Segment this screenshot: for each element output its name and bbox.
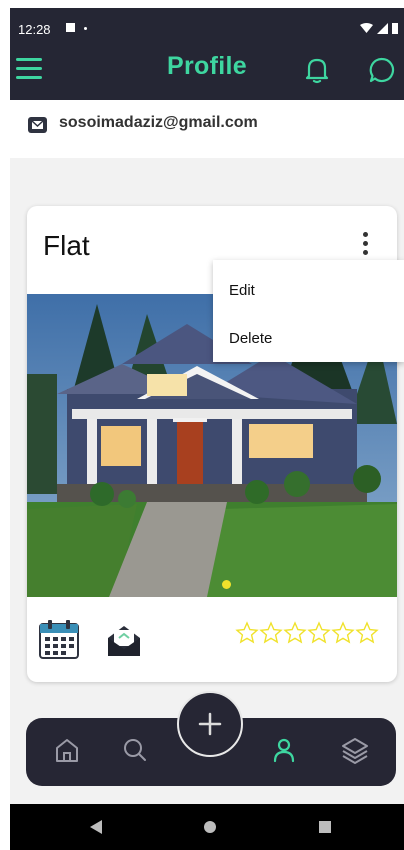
notification-square-icon <box>66 23 75 32</box>
battery-icon <box>392 23 398 34</box>
mail-icon <box>28 117 47 133</box>
add-icon <box>198 712 222 736</box>
star-outline-icon[interactable] <box>331 621 355 645</box>
listing-title: Flat <box>43 230 90 261</box>
home-circle-icon[interactable] <box>204 821 216 833</box>
star-outline-icon[interactable] <box>283 621 307 645</box>
status-icons <box>360 22 398 34</box>
wifi-icon <box>360 22 373 33</box>
star-outline-icon[interactable] <box>355 621 379 645</box>
signal-icon <box>377 22 388 34</box>
app-bar: Profile <box>10 44 404 100</box>
star-outline-icon[interactable] <box>235 621 259 645</box>
app-screen: 12:28 Profile sosoimadaziz@gmail.com Fla… <box>10 8 404 850</box>
back-icon[interactable] <box>90 820 102 834</box>
status-bar: 12:28 <box>10 8 404 44</box>
recents-icon[interactable] <box>319 821 331 833</box>
home-icon[interactable] <box>52 735 82 765</box>
star-outline-icon[interactable] <box>259 621 283 645</box>
carousel-indicator <box>222 580 231 589</box>
star-outline-icon[interactable] <box>307 621 331 645</box>
notification-dot-icon <box>84 27 87 30</box>
profile-icon[interactable] <box>269 735 299 765</box>
layers-icon[interactable] <box>340 735 370 765</box>
bell-icon[interactable] <box>304 56 330 84</box>
context-menu: Edit Delete <box>213 260 404 362</box>
top-bar: 12:28 Profile <box>10 8 404 100</box>
vertical-dots-icon[interactable] <box>360 232 370 260</box>
system-navigation-bar <box>10 804 404 850</box>
add-button[interactable] <box>177 691 243 757</box>
calendar-icon[interactable] <box>39 619 79 659</box>
menu-item-delete[interactable]: Delete <box>229 330 272 347</box>
rating-stars[interactable] <box>235 621 379 645</box>
menu-item-edit[interactable]: Edit <box>229 282 255 299</box>
status-time: 12:28 <box>18 22 51 37</box>
search-icon[interactable] <box>120 735 150 765</box>
profile-email: sosoimadaziz@gmail.com <box>59 114 258 131</box>
email-row: sosoimadaziz@gmail.com <box>10 100 404 158</box>
page-title: Profile <box>167 52 247 80</box>
envelope-icon[interactable] <box>105 624 143 658</box>
chat-bubble-icon[interactable] <box>368 56 396 84</box>
